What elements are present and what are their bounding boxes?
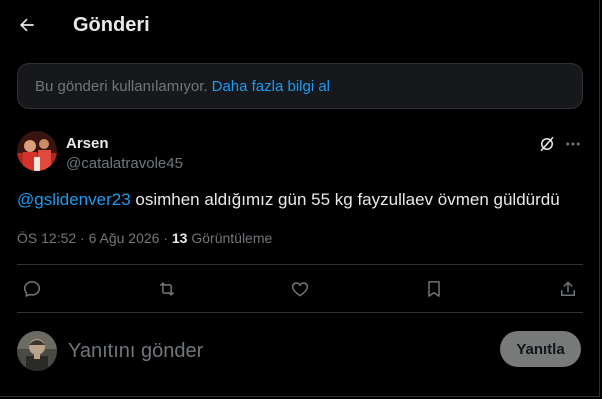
tweet-timestamp[interactable]: ÖS 12:52 · 6 Ağu 2026 · (17, 230, 172, 246)
tweet-meta: ÖS 12:52 · 6 Ağu 2026 · 13 Görüntüleme (17, 230, 272, 246)
back-button[interactable] (10, 8, 44, 42)
grok-icon (540, 136, 554, 152)
grok-button[interactable] (536, 133, 558, 155)
share-icon (561, 281, 575, 296)
reply-button[interactable] (20, 277, 44, 301)
bookmark-button[interactable] (422, 277, 446, 301)
bookmark-icon (428, 281, 440, 297)
reply-composer: Yanıtla (0, 313, 598, 397)
share-button[interactable] (556, 277, 580, 301)
arrow-left-icon (19, 18, 34, 32)
mention-link[interactable]: @gslidenver23 (17, 190, 131, 209)
tweet-body: osimhen aldığımız gün 55 kg fayzullaev ö… (130, 190, 560, 209)
avatar-image (17, 131, 57, 171)
notice-text: Bu gönderi kullanılamıyor. (35, 77, 208, 95)
more-options-button[interactable] (562, 133, 584, 155)
user-avatar[interactable] (17, 331, 57, 371)
reply-input[interactable] (66, 335, 470, 367)
views-count: 13 (171, 230, 188, 246)
unavailable-notice: Bu gönderi kullanılamıyor. Daha fazla bi… (17, 63, 583, 109)
page-title: Gönderi (73, 14, 150, 36)
tweet-text: @gslidenver23 osimhen aldığımız gün 55 k… (17, 190, 583, 210)
more-dots-icon (566, 142, 580, 146)
header: Gönderi (0, 0, 590, 52)
author-avatar[interactable] (17, 131, 57, 171)
author-handle[interactable]: @catalatravole45 (66, 155, 183, 172)
reply-icon (23, 281, 41, 297)
user-avatar-image (17, 331, 57, 371)
like-button[interactable] (288, 277, 312, 301)
author-name[interactable]: Arsen (66, 135, 109, 152)
heart-icon (291, 282, 309, 297)
reply-submit-button[interactable]: Yanıtla (500, 331, 581, 367)
learn-more-link[interactable]: Daha fazla bilgi al (212, 78, 330, 95)
retweet-button[interactable] (155, 277, 179, 301)
views-label: Görüntüleme (187, 230, 273, 246)
retweet-icon (160, 282, 174, 296)
action-bar (17, 265, 583, 312)
